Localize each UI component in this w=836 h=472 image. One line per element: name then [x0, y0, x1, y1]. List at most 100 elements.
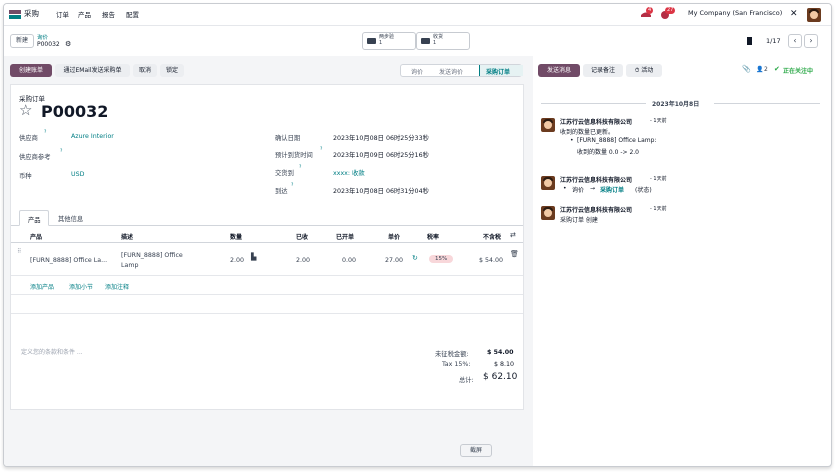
lock-button[interactable]: 锁定 [160, 64, 184, 77]
company-switcher[interactable]: My Company (San Francisco) [688, 9, 782, 17]
paperclip-icon[interactable]: 📎 [742, 65, 751, 73]
menu-reporting[interactable]: 报告 [102, 9, 115, 19]
change-new-value: 采购订单 [600, 187, 625, 194]
message-bullet: [FURN_8888] Office Lamp: [577, 137, 657, 144]
row-description-line1[interactable]: [FURN_8888] Office [121, 252, 183, 259]
col-billed[interactable]: 已开单 [336, 232, 354, 241]
smart-button-receipts[interactable]: 收货 1 [416, 32, 470, 50]
menu-products[interactable]: 产品 [78, 9, 91, 19]
row-product[interactable]: [FURN_8888] Office La... [30, 257, 107, 264]
tab-products[interactable]: 产品 [19, 210, 49, 226]
row-unit-price[interactable]: 27.00 [385, 257, 403, 264]
followers-count[interactable]: 2 [764, 66, 768, 73]
expected-arrival-field[interactable]: 2023年10月09日 06时25分16秒 [333, 150, 429, 159]
vendor-ref-field[interactable] [71, 150, 261, 159]
bookmark-icon[interactable] [747, 37, 752, 45]
following-button[interactable]: 正在关注中 [783, 66, 813, 75]
notebook-tabs [11, 225, 523, 226]
top-navbar: 采购 订单 产品 报告 配置 4 27 My Company (San Fran… [4, 4, 831, 26]
app-menu-icon[interactable] [9, 10, 21, 19]
status-rfq-sent[interactable]: 发送询价 [439, 67, 463, 76]
status-bar: 询价 发送询价 采购订单 [400, 64, 523, 77]
activity-icon[interactable]: 4 [640, 7, 654, 20]
untaxed-label: 未征税金额: [435, 351, 469, 358]
forecast-chart-icon[interactable]: ▙ [251, 253, 256, 261]
col-subtotal[interactable]: 不含税 [483, 232, 501, 241]
col-product[interactable]: 产品 [30, 232, 42, 241]
currency-field[interactable]: USD [71, 171, 84, 178]
message-author[interactable]: 江苏行云信息科技有限公司 [560, 175, 632, 184]
message-avatar[interactable] [541, 118, 555, 132]
create-bill-button[interactable]: 创建账单 [10, 64, 52, 77]
total-label: 总计: [459, 377, 474, 384]
vendor-label: 供应商 [19, 135, 38, 142]
followers-icon[interactable]: 👤 [756, 66, 763, 73]
message-bullet-icon: • [570, 137, 574, 144]
send-message-button[interactable]: 发送消息 [538, 64, 580, 77]
clock-icon: ⏱ [634, 67, 640, 74]
menu-orders[interactable]: 订单 [56, 9, 69, 19]
row-quantity[interactable]: 2.00 [230, 257, 244, 264]
delete-icon[interactable]: 🗑 [510, 250, 519, 258]
currency-label: 币种 [19, 173, 32, 180]
star-icon[interactable]: ☆ [19, 101, 32, 119]
smart-button-value: 1 [379, 40, 383, 46]
smart-button-value: 1 [433, 40, 437, 46]
log-note-button[interactable]: 记录备注 [583, 64, 623, 77]
user-avatar[interactable] [807, 8, 821, 22]
pager-next-button[interactable]: › [804, 34, 818, 48]
add-note-link[interactable]: 添加注释 [105, 282, 129, 291]
tab-other-info[interactable]: 其他信息 [58, 214, 83, 223]
send-email-button[interactable]: 通过EMail发送采购单 [55, 64, 130, 77]
col-description[interactable]: 描述 [121, 232, 133, 241]
message-author[interactable]: 江苏行云信息科技有限公司 [560, 205, 632, 214]
price-refresh-icon[interactable]: ↻ [412, 254, 418, 262]
confirm-date-field[interactable]: 2023年10月08日 06时25分33秒 [333, 133, 429, 142]
message-body: 收到的数量已更新。 [560, 129, 615, 136]
add-product-link[interactable]: 添加产品 [30, 282, 54, 291]
status-purchase-order-label: 采购订单 [486, 69, 511, 76]
message-avatar[interactable] [541, 176, 555, 190]
status-rfq[interactable]: 询价 [411, 67, 423, 76]
pager-previous-button[interactable]: ‹ [788, 34, 802, 48]
gear-icon[interactable]: ⚙ [65, 40, 71, 48]
menu-configuration[interactable]: 配置 [126, 9, 139, 19]
new-button[interactable]: 新建 [10, 34, 34, 48]
arrival-label: 到达 [275, 188, 288, 195]
help-icon: ? [60, 149, 63, 154]
col-quantity[interactable]: 数量 [230, 232, 242, 241]
tax-label: Tax 15%: [442, 361, 471, 368]
breadcrumb-parent[interactable]: 询价 [37, 33, 48, 41]
help-icon: ? [299, 165, 302, 170]
truck-icon [367, 38, 376, 44]
vendor-ref-label: 供应商参考 [19, 154, 51, 161]
deliver-to-field[interactable]: xxxx: 收款 [333, 168, 365, 177]
app-name[interactable]: 采购 [24, 8, 39, 19]
tax-badge[interactable]: 15% [429, 255, 454, 263]
chat-icon[interactable]: 27 [660, 7, 676, 20]
message-avatar[interactable] [541, 206, 555, 220]
message-time: - 1天前 [650, 176, 667, 182]
activities-button[interactable]: ⏱ 活动 [626, 64, 662, 77]
row-received[interactable]: 2.00 [296, 257, 310, 264]
message-author[interactable]: 江苏行云信息科技有限公司 [560, 117, 632, 126]
screenshot-button[interactable]: 截屏 [460, 444, 492, 457]
status-purchase-order[interactable]: 采购订单 [479, 65, 523, 76]
pager-value[interactable]: 1/17 [766, 37, 781, 45]
help-icon: ? [44, 130, 47, 135]
tools-icon[interactable]: ✕ [790, 9, 798, 19]
col-unit-price[interactable]: 单价 [388, 232, 400, 241]
row-description-line2[interactable]: Lamp [121, 262, 139, 269]
cancel-button[interactable]: 取消 [133, 64, 157, 77]
terms-input[interactable]: 定义您的条款和条件 ... [21, 347, 83, 356]
smart-button-two-step[interactable]: 两步验 1 [362, 32, 416, 50]
column-settings-icon[interactable]: ⇄ [510, 231, 516, 239]
vendor-field[interactable]: Azure Interior [71, 133, 114, 140]
add-section-link[interactable]: 添加小节 [69, 282, 93, 291]
date-separator-line [541, 103, 646, 104]
table-row[interactable]: ⠿ [FURN_8888] Office La... [FURN_8888] O… [11, 243, 523, 275]
truck-icon [421, 38, 430, 44]
drag-handle-icon[interactable]: ⠿ [17, 248, 21, 255]
col-taxes[interactable]: 税率 [427, 232, 439, 241]
col-received[interactable]: 已收 [296, 232, 308, 241]
